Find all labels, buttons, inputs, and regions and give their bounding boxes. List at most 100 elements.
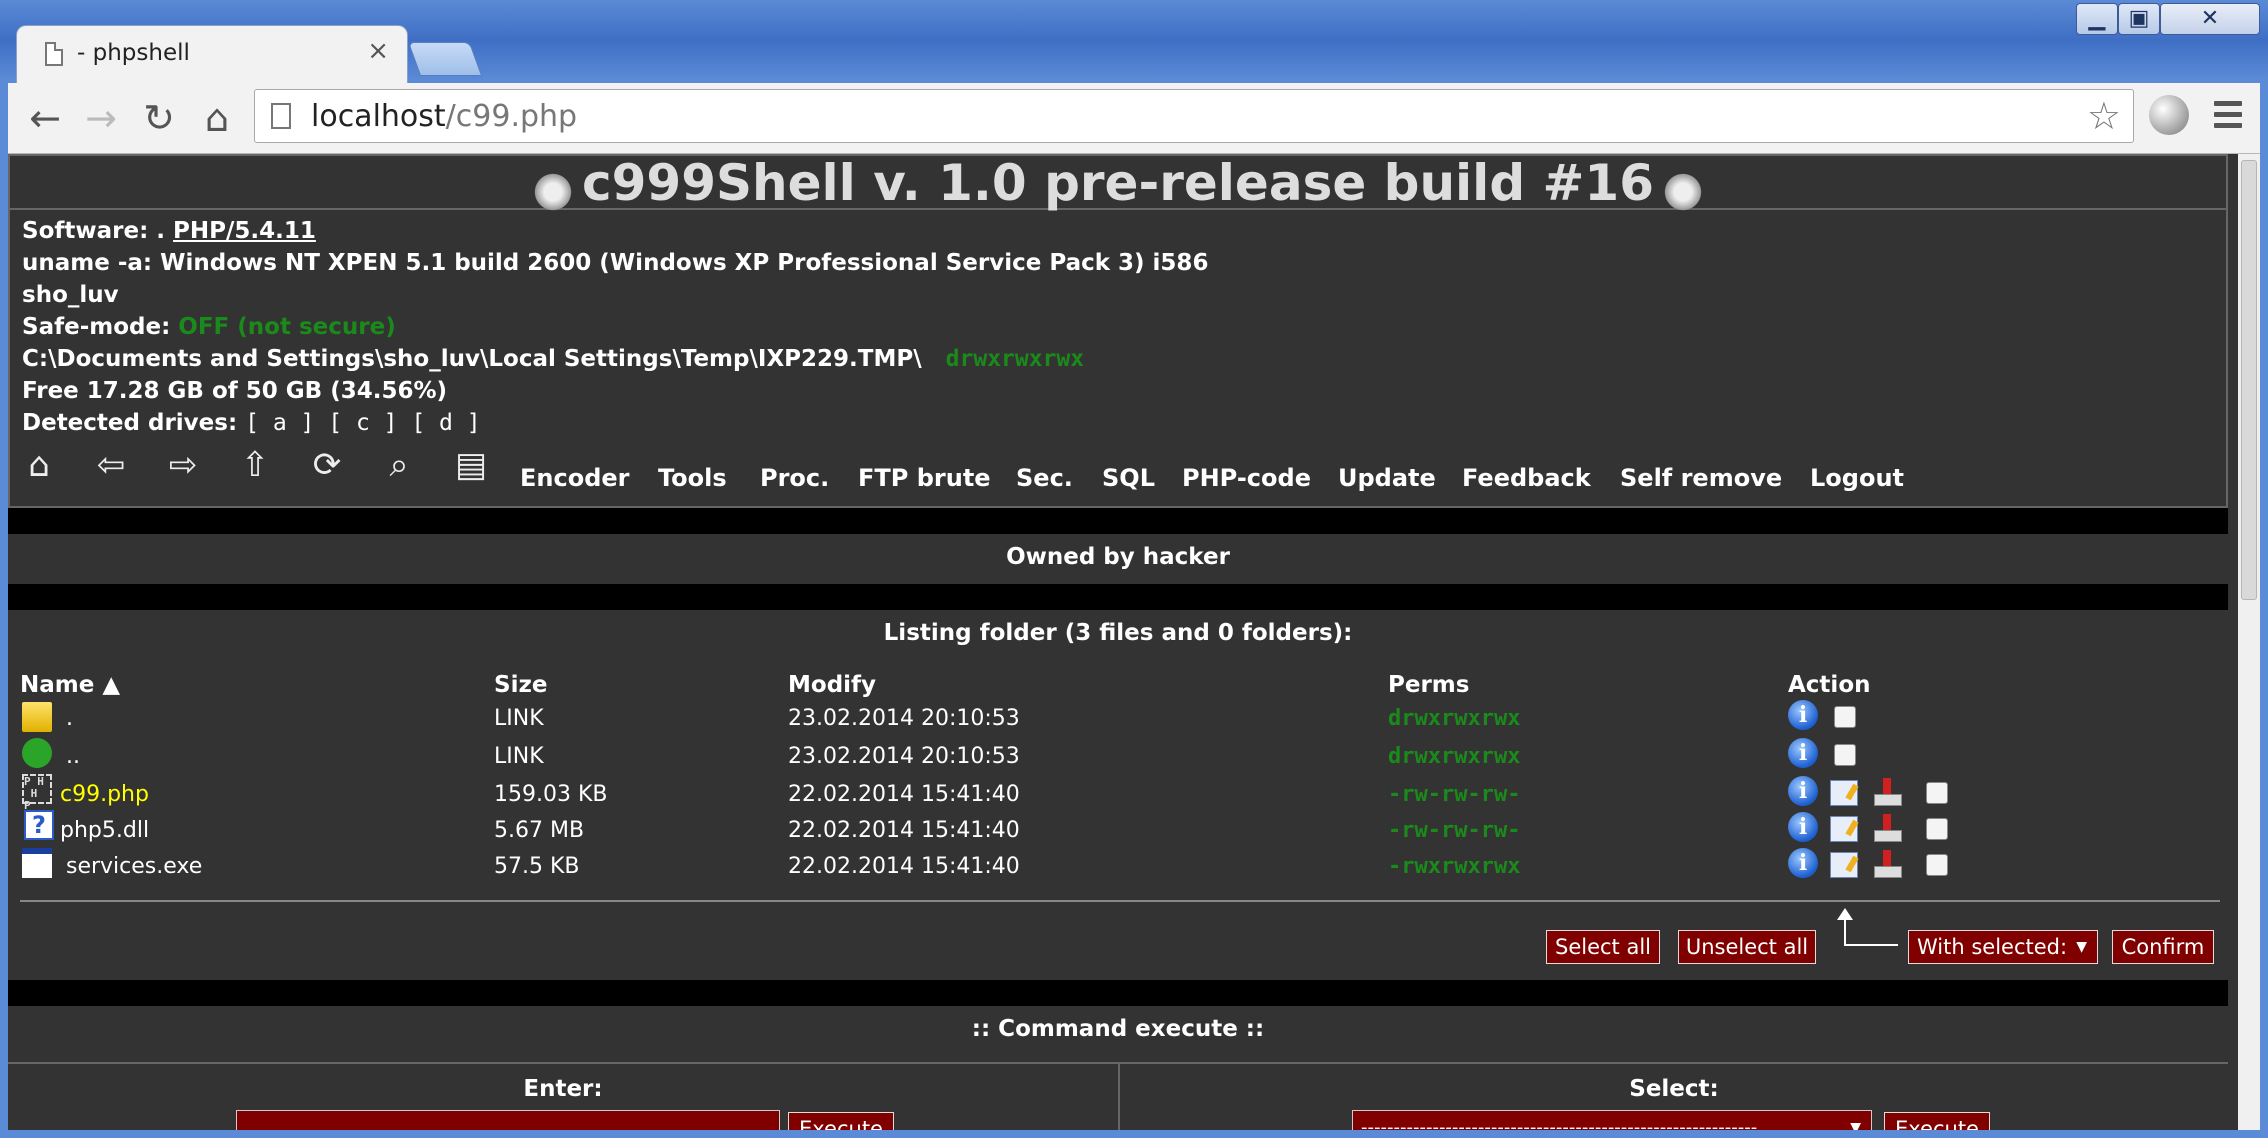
dll-file-icon: ?	[24, 810, 54, 840]
menu-sql[interactable]: SQL	[1102, 464, 1155, 492]
menu-sec[interactable]: Sec.	[1016, 464, 1073, 492]
info-icon[interactable]: i	[1788, 812, 1818, 842]
row-checkbox[interactable]	[1926, 818, 1948, 840]
select-all-button[interactable]: Select all	[1546, 930, 1660, 964]
page-icon	[45, 42, 63, 66]
col-perms-header[interactable]: Perms	[1388, 672, 1469, 698]
col-name-header[interactable]: Name ▲	[20, 672, 120, 698]
file-perms-link[interactable]: -rwxrwxrwx	[1388, 854, 1520, 879]
uname-line: uname -a: Windows NT XPEN 5.1 build 2600…	[22, 250, 1209, 276]
row-checkbox[interactable]	[1834, 744, 1856, 766]
menu-update[interactable]: Update	[1338, 464, 1436, 492]
current-path[interactable]: C:\Documents and Settings\sho_luv\Local …	[22, 346, 922, 372]
browser-tab[interactable]: - phpshell ×	[16, 25, 408, 83]
address-url[interactable]: localhost/c99.php	[311, 99, 577, 134]
file-name-link[interactable]: services.exe	[66, 854, 202, 879]
execute-button[interactable]: Execute	[788, 1112, 894, 1130]
path-line: C:\Documents and Settings\sho_luv\Local …	[22, 346, 1084, 372]
file-size: 5.67 MB	[494, 818, 585, 843]
drives-line: Detected drives: [ a ] [ c ] [ d ]	[22, 410, 481, 436]
command-title: :: Command execute ::	[971, 1016, 1265, 1042]
edit-icon[interactable]	[1830, 816, 1858, 842]
file-modify: 23.02.2014 20:10:53	[788, 744, 1020, 769]
unselect-all-button[interactable]: Unselect all	[1678, 930, 1816, 964]
search-icon[interactable]: ⌕	[380, 446, 418, 484]
scrollbar-thumb[interactable]	[2241, 160, 2257, 600]
vertical-scrollbar[interactable]	[2238, 154, 2260, 1130]
server-info: Software: . PHP/5.4.11 uname -a: Windows…	[8, 210, 2228, 508]
menu-php-code[interactable]: PHP-code	[1182, 464, 1311, 492]
command-input[interactable]	[236, 1110, 780, 1130]
menu-feedback[interactable]: Feedback	[1462, 464, 1591, 492]
row-checkbox[interactable]	[1926, 854, 1948, 876]
file-name-link[interactable]: php5.dll	[60, 818, 149, 843]
back-icon[interactable]: ⇦	[92, 446, 130, 484]
globe-icon[interactable]	[2149, 95, 2189, 135]
maximize-button[interactable]: ▣	[2118, 3, 2160, 35]
file-perms-link[interactable]: -rw-rw-rw-	[1388, 818, 1520, 843]
refresh-icon[interactable]: ⟳	[308, 446, 346, 484]
folder-up-icon[interactable]: ⇧	[236, 446, 274, 484]
info-icon[interactable]: i	[1788, 848, 1818, 878]
file-perms-link[interactable]: drwxrwxrwx	[1388, 706, 1520, 731]
edit-icon[interactable]	[1830, 780, 1858, 806]
command-select[interactable]: ----------------------------------------…	[1352, 1110, 1872, 1130]
spider-icon	[532, 170, 574, 213]
file-perms-link[interactable]: -rw-rw-rw-	[1388, 782, 1520, 807]
file-modify: 22.02.2014 15:41:40	[788, 782, 1020, 807]
info-icon[interactable]: i	[1788, 700, 1818, 730]
menu-logout[interactable]: Logout	[1810, 464, 1904, 492]
col-action-header: Action	[1788, 672, 1871, 698]
software-link[interactable]: PHP/5.4.11	[173, 218, 316, 244]
file-perms-link[interactable]: drwxrwxrwx	[1388, 744, 1520, 769]
file-name-link[interactable]: c99.php	[60, 782, 149, 807]
col-size-header[interactable]: Size	[494, 672, 547, 698]
execute-select-button[interactable]: Execute	[1884, 1112, 1990, 1130]
forward-icon[interactable]: ⇨	[164, 446, 202, 484]
file-size: 159.03 KB	[494, 782, 608, 807]
bookmark-star-icon[interactable]: ☆	[2087, 94, 2121, 138]
with-selected-dropdown[interactable]: With selected: ▼	[1908, 930, 2098, 964]
home-icon[interactable]: ⌂	[194, 95, 240, 141]
download-icon[interactable]	[1872, 778, 1902, 806]
address-bar[interactable]: localhost/c99.php ☆	[254, 89, 2134, 143]
menu-tools[interactable]: Tools	[658, 464, 727, 492]
info-icon[interactable]: i	[1788, 738, 1818, 768]
back-arrow-icon[interactable]: ←	[22, 95, 68, 141]
forward-arrow-icon[interactable]: →	[78, 95, 124, 141]
parent-folder-icon	[22, 738, 52, 768]
close-window-button[interactable]: ✕	[2160, 3, 2260, 35]
listing-title: Listing folder (3 files and 0 folders):	[883, 620, 1353, 646]
new-tab-button[interactable]	[407, 42, 483, 76]
menu-ftp-brute[interactable]: FTP brute	[858, 464, 991, 492]
menu-proc[interactable]: Proc.	[760, 464, 829, 492]
reload-icon[interactable]: ↻	[136, 95, 182, 141]
edit-icon[interactable]	[1830, 852, 1858, 878]
col-modify-header[interactable]: Modify	[788, 672, 876, 698]
safe-mode-status: OFF (not secure)	[178, 314, 396, 340]
software-line: Software: . PHP/5.4.11	[22, 218, 316, 244]
buffer-folder-icon[interactable]: ▤	[452, 446, 490, 484]
file-name-link[interactable]: ..	[66, 744, 80, 769]
drive-links[interactable]: [ a ] [ c ] [ d ]	[245, 410, 480, 436]
file-name-link[interactable]: .	[66, 706, 73, 731]
row-checkbox[interactable]	[1834, 706, 1856, 728]
menu-self-remove[interactable]: Self remove	[1620, 464, 1782, 492]
tab-close-icon[interactable]: ×	[367, 36, 389, 66]
chevron-down-icon: ▼	[1850, 1120, 1861, 1130]
file-modify: 22.02.2014 15:41:40	[788, 818, 1020, 843]
download-icon[interactable]	[1872, 814, 1902, 842]
menu-encoder[interactable]: Encoder	[520, 464, 630, 492]
minimize-button[interactable]: ▁	[2076, 3, 2118, 35]
enter-label: Enter:	[523, 1076, 603, 1102]
command-select-box: Select: --------------------------------…	[1120, 1062, 2228, 1130]
info-icon[interactable]: i	[1788, 776, 1818, 806]
separator-bar	[8, 584, 2228, 610]
row-checkbox[interactable]	[1926, 782, 1948, 804]
file-modify: 23.02.2014 20:10:53	[788, 706, 1020, 731]
menu-icon[interactable]	[2214, 101, 2242, 134]
confirm-button[interactable]: Confirm	[2112, 930, 2214, 964]
home-icon[interactable]: ⌂	[20, 446, 58, 484]
shell-title: c999Shell v. 1.0 pre-release build #16	[582, 154, 1654, 212]
download-icon[interactable]	[1872, 850, 1902, 878]
